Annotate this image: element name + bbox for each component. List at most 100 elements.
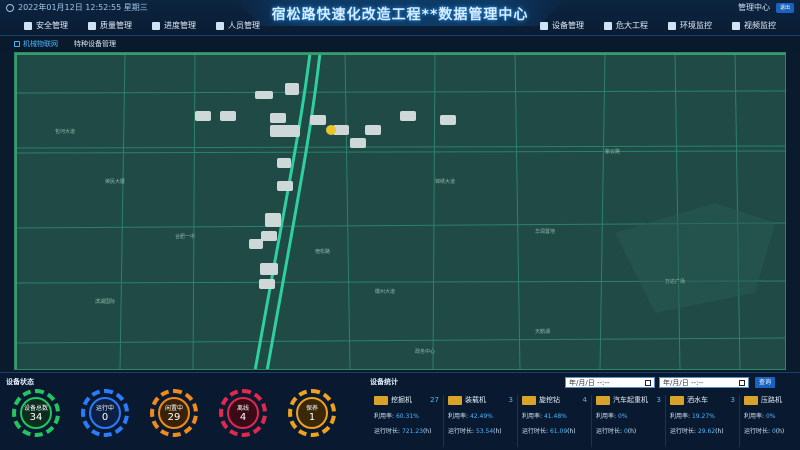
equip-count: 3: [656, 396, 661, 404]
flag-icon: [540, 21, 548, 30]
map-label: 包河大道: [55, 128, 75, 135]
util-value: 42.49%: [469, 413, 493, 420]
equip-sprinkler: 洒水车 3 利用率: 19.27% 运行时长: 29.62(h): [666, 395, 740, 447]
map-canvas: 荣民大厦 合肥一中 滨湖国际 天鹅湖 宿松路 锦绣大道 紫云路 徽州大道 华润置…: [15, 53, 785, 369]
map-label: 徽州大道: [375, 288, 395, 295]
gauge-idle: 闲置中 29: [150, 389, 198, 437]
nav-item-video[interactable]: 视频监控: [722, 20, 786, 31]
gauge-value: 0: [101, 412, 109, 423]
map-label: 紫云路: [605, 148, 620, 155]
util-label: 利用率:: [448, 413, 469, 420]
equip-name: 旋挖钻: [539, 396, 560, 404]
datetime-text: 2022年01月12日 12:52:55 星期三: [18, 3, 148, 12]
nav-item-environment[interactable]: 环境监控: [658, 20, 722, 31]
run-label: 运行时长:: [670, 428, 697, 435]
equip-excavator: 挖掘机 27 利用率: 60.31% 运行时长: 721.23(h): [370, 395, 444, 447]
map-label: 华润置地: [535, 228, 555, 235]
gauge-label: 离线: [236, 405, 249, 412]
drill-icon: [522, 395, 536, 405]
date-text: 年/月/日 --:--: [663, 378, 704, 387]
sub-tab-bar: 机械物联网 特种设备管理: [0, 36, 800, 52]
run-value: 721.23: [401, 428, 423, 435]
nav-item-personnel[interactable]: 人员管理: [206, 20, 270, 31]
util-label: 利用率:: [522, 413, 543, 420]
bottom-panel: 设备状态 设备总数 34 运行中 0 闲置中 29 离线 4 保养 1 设备统计: [0, 372, 800, 450]
sprinkler-icon: [670, 395, 684, 405]
map-label: 宿松路: [315, 248, 330, 255]
clock-icon: [6, 3, 14, 12]
nav-label: 质量管理: [100, 21, 132, 30]
equip-rotary-drill: 旋挖钻 4 利用率: 41.48% 运行时长: 61.09(h): [518, 395, 592, 447]
nav-label: 人员管理: [228, 21, 260, 30]
start-date-input[interactable]: 年/月/日 --:--: [565, 377, 655, 388]
nav-item-safety[interactable]: 安全管理: [14, 20, 78, 31]
run-label: 运行时长:: [596, 428, 623, 435]
equip-count: 4: [582, 396, 587, 404]
map-label: 天鹅湖: [535, 328, 550, 335]
run-unit: (h): [567, 428, 576, 435]
iot-icon: [14, 41, 20, 47]
equip-roller: 压路机 利用率: 0% 运行时长: 0(h): [740, 395, 800, 447]
excavator-icon: [374, 395, 388, 405]
logout-button[interactable]: 退出: [776, 3, 794, 13]
nav-item-equipment[interactable]: 设备管理: [530, 20, 594, 31]
map-label: 滨湖国际: [95, 298, 115, 305]
map-label: 政务中心: [415, 348, 435, 355]
equip-name: 挖掘机: [391, 396, 412, 404]
run-value: 61.09: [549, 428, 568, 435]
calendar-icon[interactable]: [645, 379, 651, 386]
run-label: 运行时长:: [522, 428, 549, 435]
run-unit: (h): [422, 428, 432, 435]
nav-right: 设备管理 危大工程 环境监控 视频监控: [530, 20, 786, 31]
equip-name: 压路机: [761, 396, 782, 404]
nav-label: 设备管理: [552, 21, 584, 30]
map-label: 荣民大厦: [105, 178, 125, 185]
site-map[interactable]: 荣民大厦 合肥一中 滨湖国际 天鹅湖 宿松路 锦绣大道 紫云路 徽州大道 华润置…: [14, 52, 786, 370]
date-text: 年/月/日 --:--: [569, 378, 610, 387]
gauge-total: 设备总数 34: [12, 389, 60, 437]
datetime: 2022年01月12日 12:52:55 星期三: [6, 2, 148, 13]
util-value: 0%: [617, 413, 628, 420]
crane-icon: [596, 395, 610, 405]
device-status-title: 设备状态: [6, 378, 34, 386]
video-icon: [732, 21, 740, 30]
nav-label: 危大工程: [616, 21, 648, 30]
run-label: 运行时长:: [744, 428, 771, 435]
gauge-value: 1: [308, 412, 316, 423]
gauge-running: 运行中 0: [81, 389, 129, 437]
equipment-stats: 挖掘机 27 利用率: 60.31% 运行时长: 721.23(h) 装载机 3 利…: [370, 395, 800, 447]
gauge-maintenance: 保养 1: [288, 389, 336, 437]
roller-icon: [744, 395, 758, 405]
quality-icon: [88, 21, 96, 30]
run-unit: (h): [715, 428, 724, 435]
calendar-icon[interactable]: [739, 379, 745, 386]
safety-icon: [24, 21, 32, 30]
equip-loader: 装载机 3 利用率: 42.49% 运行时长: 53.54(h): [444, 395, 518, 447]
nav-label: 安全管理: [36, 21, 68, 30]
util-value: 0%: [765, 413, 776, 420]
end-date-input[interactable]: 年/月/日 --:--: [659, 377, 749, 388]
nav-item-quality[interactable]: 质量管理: [78, 20, 142, 31]
tab-machinery-iot[interactable]: 机械物联网: [14, 39, 58, 49]
run-label: 运行时长:: [448, 428, 475, 435]
gauge-label: 保养: [305, 405, 318, 412]
gauge-value: 29: [167, 412, 181, 423]
loader-icon: [448, 395, 462, 405]
hazard-icon: [604, 21, 612, 30]
query-button[interactable]: 查询: [755, 377, 775, 388]
nav-item-progress[interactable]: 进度管理: [142, 20, 206, 31]
map-label: 合肥一中: [175, 233, 195, 240]
equip-truck-crane: 汽车起重机 3 利用率: 0% 运行时长: 0(h): [592, 395, 666, 447]
nav-item-hazard[interactable]: 危大工程: [594, 20, 658, 31]
tab-special-equipment[interactable]: 特种设备管理: [74, 39, 116, 49]
date-range: 年/月/日 --:-- 年/月/日 --:-- 查询: [565, 377, 775, 388]
personnel-icon: [216, 21, 224, 30]
nav-label: 视频监控: [744, 21, 776, 30]
equip-count: 3: [508, 396, 513, 404]
util-value: 19.27%: [691, 413, 715, 420]
run-unit: (h): [627, 428, 637, 435]
equip-name: 汽车起重机: [613, 396, 648, 404]
gauge-label: 闲置中: [164, 405, 183, 412]
admin-center-link[interactable]: 管理中心: [738, 2, 770, 13]
gauge-value: 4: [239, 412, 247, 423]
